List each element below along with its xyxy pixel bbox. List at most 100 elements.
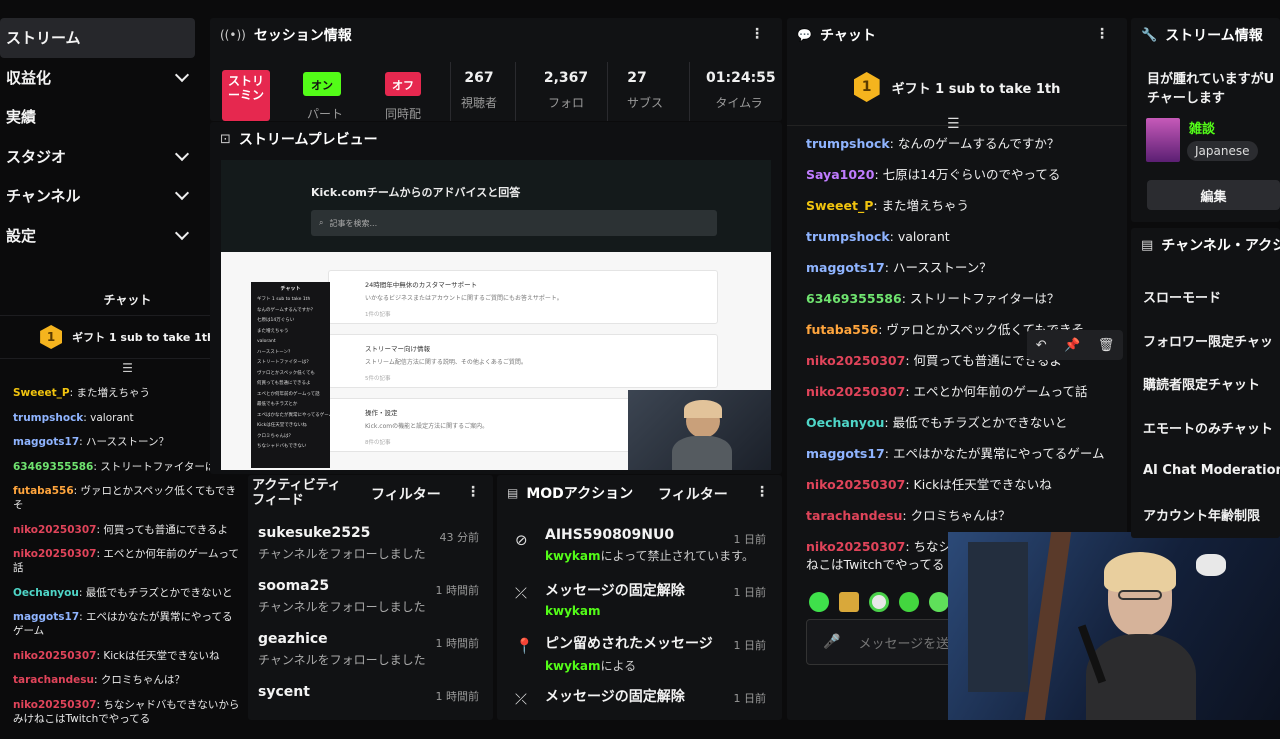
channel-action-item[interactable]: 購読者限定チャット (1131, 362, 1280, 406)
chat-username[interactable]: niko20250307 (13, 650, 96, 662)
more-icon[interactable]: ⋮ (466, 484, 480, 500)
chat-username[interactable]: 63469355586 (13, 461, 93, 473)
filter-button[interactable]: フィルター (371, 484, 441, 504)
mod-action-item[interactable]: ⤫ メッセージの固定解除 kwykam 1 日前 (497, 580, 782, 633)
streaming-toggle[interactable]: ストリーミン (222, 70, 270, 121)
sidebar-item-achievements[interactable]: 実績 (0, 97, 205, 137)
chat-username[interactable]: 63469355586 (806, 291, 902, 307)
chat-message[interactable]: 63469355586: ストリートファイターは？ (787, 283, 1127, 314)
emote-icon[interactable] (839, 592, 859, 612)
chat-username[interactable]: Sweeet_P (806, 198, 873, 214)
sidebar-item-stream[interactable]: ストリーム (0, 18, 195, 58)
help-card[interactable]: ストリーマー向け情報 ストリーム配信方法に関する説明、その他よくあるご質問。 5… (328, 334, 718, 388)
chat-text: : なんのゲームするんですか？ (889, 135, 1060, 151)
sidebar-item-monetization[interactable]: 収益化 (0, 58, 205, 98)
chat-message[interactable]: trumpshock: valorant (787, 221, 1127, 252)
more-icon[interactable]: ⋮ (1095, 26, 1109, 42)
chat-username[interactable]: niko20250307 (13, 524, 96, 536)
chat-message[interactable]: niko20250307: Kickは任天堂できないね (787, 469, 1127, 500)
chat-username[interactable]: futaba556 (806, 322, 878, 338)
chat-username[interactable]: niko20250307 (13, 548, 96, 560)
language-tag: Japanese (1187, 141, 1258, 161)
more-icon[interactable]: ⋮ (750, 26, 764, 42)
activity-item[interactable]: sycent 1 時間前 (248, 684, 493, 737)
sidebar-item-channel[interactable]: チャンネル (0, 176, 205, 216)
channel-action-item[interactable]: フォロワー限定チャッ (1131, 319, 1280, 363)
chat-username[interactable]: niko20250307 (13, 699, 96, 711)
chat-username[interactable]: maggots17 (13, 436, 79, 448)
microphone-icon[interactable]: 🎤 (823, 634, 840, 650)
moderator-name[interactable]: kwykam (545, 549, 600, 563)
chat-message[interactable]: tarachandesu: クロミちゃんは？ (787, 500, 1127, 531)
chat-username[interactable]: Oechanyou (13, 587, 79, 599)
chat-username[interactable]: maggots17 (806, 260, 885, 276)
chat-username[interactable]: niko20250307 (806, 539, 905, 555)
chat-username[interactable]: Sweeet_P (13, 387, 70, 399)
overlay-chat-line: ちなシャドバもできない (257, 444, 307, 449)
chat-message: niko20250307: エペとか何年前のゲームって話 (0, 547, 255, 575)
mod-header: ▤ MODアクション (497, 475, 782, 511)
preview-site-header: Kick.comチームからのアドバイスと回答 ⌕ 記事を検索... (221, 160, 771, 252)
chat-username[interactable]: tarachandesu (13, 674, 94, 686)
activity-item[interactable]: sooma25 チャンネルをフォローしました 1 時間前 (248, 578, 493, 631)
mod-action-item[interactable]: ⊘ AIHS590809NU0 kwykamによって禁止されています。 1 日前 (497, 527, 782, 580)
site-search[interactable]: ⌕ 記事を検索... (311, 210, 717, 236)
mod-action-item[interactable]: ⤫ メッセージの固定解除 1 日前 (497, 686, 782, 739)
simulcast-toggle-off[interactable]: オフ (385, 72, 421, 96)
activity-item[interactable]: sukesuke2525 チャンネルをフォローしました 43 分前 (248, 525, 493, 578)
chat-username[interactable]: Oechanyou (806, 415, 884, 431)
chat-username[interactable]: trumpshock (13, 412, 83, 424)
chat-message[interactable]: niko20250307: エペとか何年前のゲームって話 (787, 376, 1127, 407)
channel-action-item[interactable]: アカウント年齢制限 (1131, 493, 1280, 537)
chat-username[interactable]: niko20250307 (806, 384, 905, 400)
sidebar-item-settings[interactable]: 設定 (0, 216, 205, 256)
chat-message[interactable]: trumpshock: なんのゲームするんですか？ (787, 128, 1127, 159)
chat-username[interactable]: Saya1020 (806, 167, 874, 183)
filter-button[interactable]: フィルター (658, 484, 728, 504)
chat-username[interactable]: futaba556 (13, 485, 74, 497)
moderator-name[interactable]: kwykam (545, 604, 600, 618)
chat-message[interactable]: Oechanyou: 最低でもチラズとかできないと (787, 407, 1127, 438)
chat-username[interactable]: maggots17 (13, 611, 79, 623)
chat-message[interactable]: Sweeet_P: また増えちゃう (787, 190, 1127, 221)
chat-text: : ハースストーン？ (79, 436, 169, 448)
chat-username[interactable]: trumpshock (806, 136, 890, 152)
chat-username[interactable]: trumpshock (806, 229, 890, 245)
category-link[interactable]: 雑談 (1189, 118, 1215, 137)
chat-message[interactable]: maggots17: ハースストーン？ (787, 252, 1127, 283)
channel-action-item[interactable]: エモートのみチャット (1131, 406, 1280, 450)
chat-username[interactable]: niko20250307 (806, 477, 905, 493)
chat-text: : 最低でもチラズとかできないと (78, 586, 233, 599)
channel-action-item[interactable]: AI Chat Moderation (1131, 449, 1280, 493)
emote-icon[interactable] (929, 592, 949, 612)
chat-username[interactable]: niko20250307 (806, 353, 905, 369)
activity-item[interactable]: geazhice チャンネルをフォローしました 1 時間前 (248, 631, 493, 684)
emote-icon[interactable] (809, 592, 829, 612)
chat-username[interactable]: tarachandesu (806, 508, 902, 524)
emote-icon[interactable] (869, 592, 889, 612)
stat-subs: 27 サブス (626, 70, 663, 109)
edit-button[interactable]: 編集 (1147, 180, 1280, 210)
chat-username[interactable]: maggots17 (806, 446, 885, 462)
emote-icon[interactable] (899, 592, 919, 612)
delete-icon[interactable]: 🗑 (1098, 338, 1115, 353)
mod-actions-panel: ▤ MODアクション フィルター ⋮ ⊘ AIHS590809NU0 kwykamに… (497, 475, 782, 720)
moderator-name[interactable]: kwykam (545, 659, 600, 673)
sidebar-item-label: スタジオ (6, 147, 67, 166)
chat-message[interactable]: maggots17: エペはかなたが異常にやってるゲーム (787, 438, 1127, 469)
help-card[interactable]: 24時間年中無休のカスタマーサポート いかなるビジネスまたはアカウントに関するご… (328, 270, 718, 324)
reply-icon[interactable]: ↶ (1036, 338, 1047, 353)
chat-text: : 七原は14万ぐらいのでやってる (874, 166, 1061, 182)
sidebar-item-studio[interactable]: スタジオ (0, 137, 205, 177)
search-icon: ⌕ (319, 218, 324, 227)
channel-action-item[interactable]: スローモード (1131, 275, 1280, 319)
pin-icon[interactable]: 📌 (1064, 338, 1080, 353)
channel-actions-list: スローモード フォロワー限定チャッ 購読者限定チャット エモートのみチャット AI Ch… (1131, 275, 1280, 536)
mod-action-item[interactable]: 📍 ピン留めされたメッセージ kwykamによる 1 日前 (497, 633, 782, 686)
overlay-chat-line: ギフト 1 sub to take 1th (257, 297, 311, 302)
more-icon[interactable]: ⋮ (755, 484, 769, 500)
chat-text: : ストリートファイターは？ (93, 460, 226, 473)
chat-message[interactable]: Saya1020: 七原は14万ぐらいのでやってる (787, 159, 1127, 190)
channel-actions-panel: ▤ チャンネル・アクシ スローモード フォロワー限定チャッ 購読者限定チャット エモー… (1131, 228, 1280, 538)
part-toggle-on[interactable]: オン (303, 72, 341, 96)
